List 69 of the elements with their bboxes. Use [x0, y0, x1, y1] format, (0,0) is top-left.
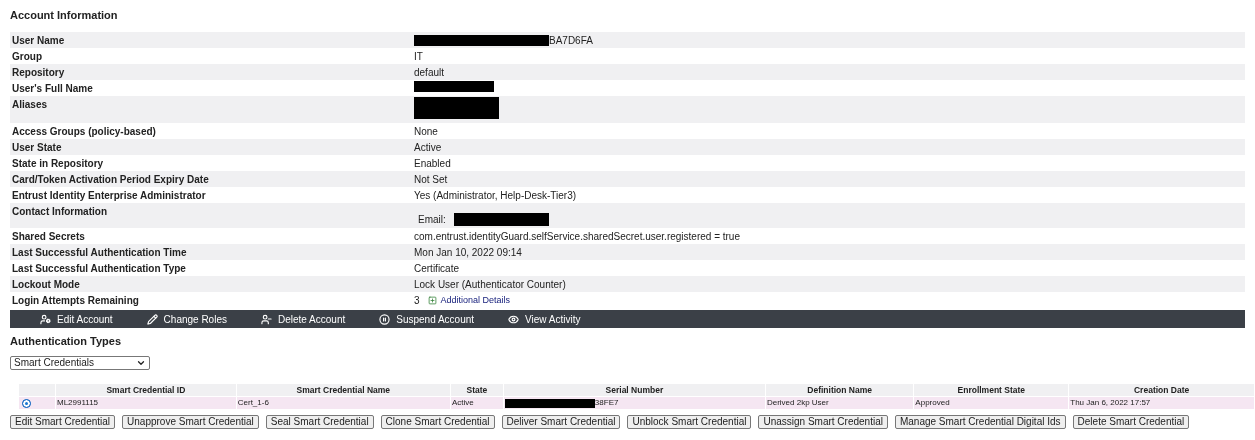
- field-label: Last Successful Authentication Time: [12, 247, 187, 258]
- user-minus-icon: [260, 313, 272, 325]
- user-gear-icon: [40, 313, 51, 325]
- column-header: Serial Number: [604, 383, 665, 397]
- field-value: None: [414, 126, 438, 137]
- auth-type-select[interactable]: Smart Credentials: [10, 355, 150, 370]
- field-value: com.entrust.identityGuard.selfService.sharedSecret.user.registered = true: [414, 231, 740, 242]
- action-button[interactable]: Deliver Smart Credential: [501, 415, 621, 430]
- table-cell-text: Cert_1-6: [236, 397, 270, 410]
- action-button[interactable]: Edit Smart Credential: [10, 415, 116, 430]
- toolbar-button[interactable]: Suspend Account: [379, 311, 475, 327]
- column-header: Enrollment State: [956, 383, 1027, 397]
- column-header: State: [465, 383, 489, 397]
- field-label: Repository: [12, 67, 65, 78]
- action-button[interactable]: Manage Smart Credential Digital Ids: [894, 415, 1066, 430]
- field-label: State in Repository: [12, 158, 104, 169]
- field-value: default: [414, 67, 445, 78]
- field-value: IT: [414, 51, 423, 62]
- table-cell-text: Approved: [914, 397, 951, 410]
- field-label: Group: [12, 51, 42, 62]
- table-cell-text: ML2991115: [56, 397, 100, 410]
- action-button[interactable]: Seal Smart Credential: [265, 415, 374, 430]
- table-cell-text: Derived 2kp User: [765, 397, 830, 410]
- column-header: Definition Name: [806, 383, 873, 397]
- field-value: Mon Jan 10, 2022 09:14: [414, 247, 522, 258]
- action-button[interactable]: Unblock Smart Credential: [627, 415, 752, 430]
- field-label: User Name: [12, 35, 65, 46]
- action-button[interactable]: Clone Smart Credential: [380, 415, 495, 430]
- toolbar-button[interactable]: Delete Account: [260, 311, 346, 327]
- field-label: Lockout Mode: [12, 279, 80, 290]
- toolbar-button[interactable]: Change Roles: [146, 311, 227, 327]
- action-button[interactable]: Unapprove Smart Credential: [122, 415, 259, 430]
- field-value: Lock User (Authenticator Counter): [414, 279, 566, 290]
- toolbar-button[interactable]: View Activity: [508, 311, 581, 327]
- eye-icon: [508, 313, 520, 325]
- pause-icon: [379, 313, 391, 325]
- field-value: 3: [414, 294, 420, 308]
- column-header: Smart Credential ID: [105, 383, 187, 397]
- additional-details-link[interactable]: Additional Details: [427, 293, 511, 308]
- field-label: Login Attempts Remaining: [12, 295, 139, 306]
- field-value: Yes (Administrator, Help-Desk-Tier3): [414, 190, 577, 201]
- table-cell-text: Active: [450, 397, 475, 410]
- field-label: User's Full Name: [12, 83, 93, 94]
- field-label: User State: [12, 142, 62, 153]
- table-cell-text: Thu Jan 6, 2022 17:57: [1069, 397, 1152, 410]
- field-value: Certificate: [414, 263, 459, 274]
- action-button[interactable]: Delete Smart Credential: [1072, 415, 1190, 430]
- field-label: Aliases: [12, 99, 48, 110]
- column-header: Creation Date: [1133, 383, 1191, 397]
- field-label: Access Groups (policy-based): [12, 126, 156, 137]
- field-label: Entrust Identity Enterprise Administrator: [12, 190, 206, 201]
- pencil-icon: [146, 313, 158, 325]
- field-label: Last Successful Authentication Type: [12, 263, 186, 274]
- field-value: Not Set: [414, 174, 448, 185]
- field-label: Contact Information: [12, 206, 107, 217]
- column-header: Smart Credential Name: [295, 383, 392, 397]
- field-label: Shared Secrets: [12, 231, 85, 242]
- toolbar-button[interactable]: Edit Account: [40, 311, 113, 327]
- radio-button[interactable]: [22, 398, 31, 408]
- plus-icon: [427, 296, 437, 305]
- action-button[interactable]: Unassign Smart Credential: [758, 415, 888, 430]
- serial-value: 38FE7: [594, 397, 619, 410]
- field-value: Enabled: [414, 158, 451, 169]
- field-label: Card/Token Activation Period Expiry Date: [12, 174, 209, 185]
- field-value: BA7D6FA: [549, 34, 593, 48]
- section-title: Authentication Types: [10, 334, 123, 349]
- field-value: Active: [414, 142, 442, 153]
- field-label: Email:: [418, 213, 446, 227]
- section-title: Account Information: [10, 8, 119, 23]
